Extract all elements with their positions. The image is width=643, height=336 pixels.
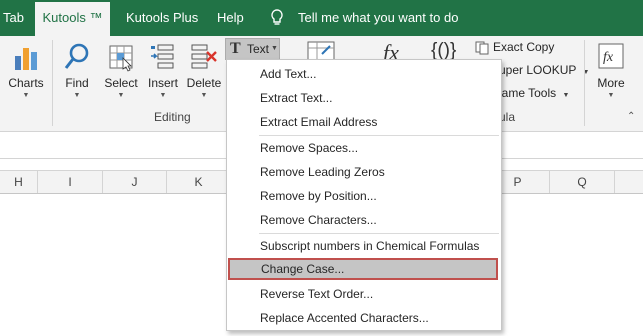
tell-me-search[interactable]: Tell me what you want to do [298, 0, 458, 36]
column-header[interactable]: K [167, 171, 231, 193]
select-button[interactable]: Select ▼ [100, 36, 142, 106]
menu-item-extract-email[interactable]: Extract Email Address [227, 111, 501, 133]
tab-help[interactable]: Help [217, 0, 244, 36]
menu-item-reverse-text-order[interactable]: Reverse Text Order... [227, 283, 501, 305]
column-header-partial[interactable] [615, 171, 643, 193]
chevron-down-icon: ▼ [200, 92, 208, 99]
name-tools-label: lame Tools [499, 86, 557, 100]
column-header[interactable]: Q [550, 171, 615, 193]
column-header[interactable]: I [38, 171, 103, 193]
find-label: Find [65, 76, 89, 90]
tab-kutools-plus[interactable]: Kutools Plus [126, 0, 198, 36]
chevron-down-icon: ▼ [73, 92, 81, 99]
svg-text:fx: fx [603, 50, 614, 65]
super-lookup-button[interactable]: uper LOOKUP ▼ [499, 60, 589, 80]
tab-kutools[interactable]: Kutools ™ [35, 2, 110, 36]
menu-item-remove-by-position[interactable]: Remove by Position... [227, 185, 501, 207]
menu-item-extract-text[interactable]: Extract Text... [227, 87, 501, 109]
menu-item-remove-leading-zeros[interactable]: Remove Leading Zeros [227, 161, 501, 183]
menu-item-remove-characters[interactable]: Remove Characters... [227, 209, 501, 231]
insert-label: Insert [147, 76, 178, 90]
super-lookup-label: uper LOOKUP [499, 63, 577, 77]
menu-separator [259, 135, 499, 136]
collapse-ribbon-icon[interactable]: ⌃ [627, 111, 635, 122]
menu-item-replace-accented[interactable]: Replace Accented Characters... [227, 307, 501, 329]
delete-label: Delete [186, 76, 222, 90]
text-dropdown-button[interactable]: T Text ▼ [225, 38, 280, 60]
select-range-icon [107, 42, 135, 72]
menu-item-add-text[interactable]: Add Text... [227, 63, 501, 85]
more-button[interactable]: fx More ▼ [588, 36, 634, 106]
charts-label: Charts [8, 76, 44, 90]
fx-box-icon: fx [597, 42, 625, 72]
menu-item-subscript-chemical[interactable]: Subscript numbers in Chemical Formulas [227, 235, 501, 257]
menu-item-remove-spaces[interactable]: Remove Spaces... [227, 137, 501, 159]
chevron-down-icon: ▼ [271, 45, 278, 52]
column-header[interactable]: J [103, 171, 167, 193]
delete-button[interactable]: Delete ▼ [184, 36, 224, 106]
lightbulb-icon [270, 9, 284, 27]
more-label: More [597, 76, 625, 90]
chevron-down-icon: ▼ [562, 92, 570, 99]
column-header[interactable]: H [0, 171, 38, 193]
chevron-down-icon: ▼ [117, 92, 125, 99]
group-divider [584, 40, 585, 126]
exact-copy-button[interactable]: Exact Copy [475, 37, 554, 57]
chevron-down-icon: ▼ [607, 92, 615, 99]
menu-separator [259, 233, 499, 234]
copy-icon [475, 41, 489, 55]
ribbon-tab-bar: Tab Kutools ™ Kutools Plus Help Tell me … [0, 0, 643, 36]
exact-copy-label: Exact Copy [493, 40, 555, 54]
insert-button[interactable]: Insert ▼ [144, 36, 182, 106]
menu-item-change-case[interactable]: Change Case... [228, 258, 498, 280]
text-t-icon: T [230, 40, 241, 57]
name-tools-button[interactable]: lame Tools ▼ [499, 83, 569, 103]
charts-button[interactable]: Charts ▼ [4, 36, 48, 106]
text-dropdown-menu: Add Text... Extract Text... Extract Emai… [226, 59, 502, 331]
chevron-down-icon: ▼ [22, 92, 30, 99]
insert-icon [149, 42, 177, 72]
editing-group-label: Editing [154, 110, 191, 124]
search-icon [63, 42, 91, 72]
group-divider [52, 40, 53, 126]
chevron-down-icon: ▼ [159, 92, 167, 99]
find-button[interactable]: Find ▼ [58, 36, 96, 106]
chart-icon [12, 42, 40, 72]
select-label: Select [104, 76, 138, 90]
tab-partial[interactable]: Tab [3, 0, 24, 36]
text-dropdown-label: Text [247, 42, 270, 56]
delete-icon [190, 42, 218, 72]
